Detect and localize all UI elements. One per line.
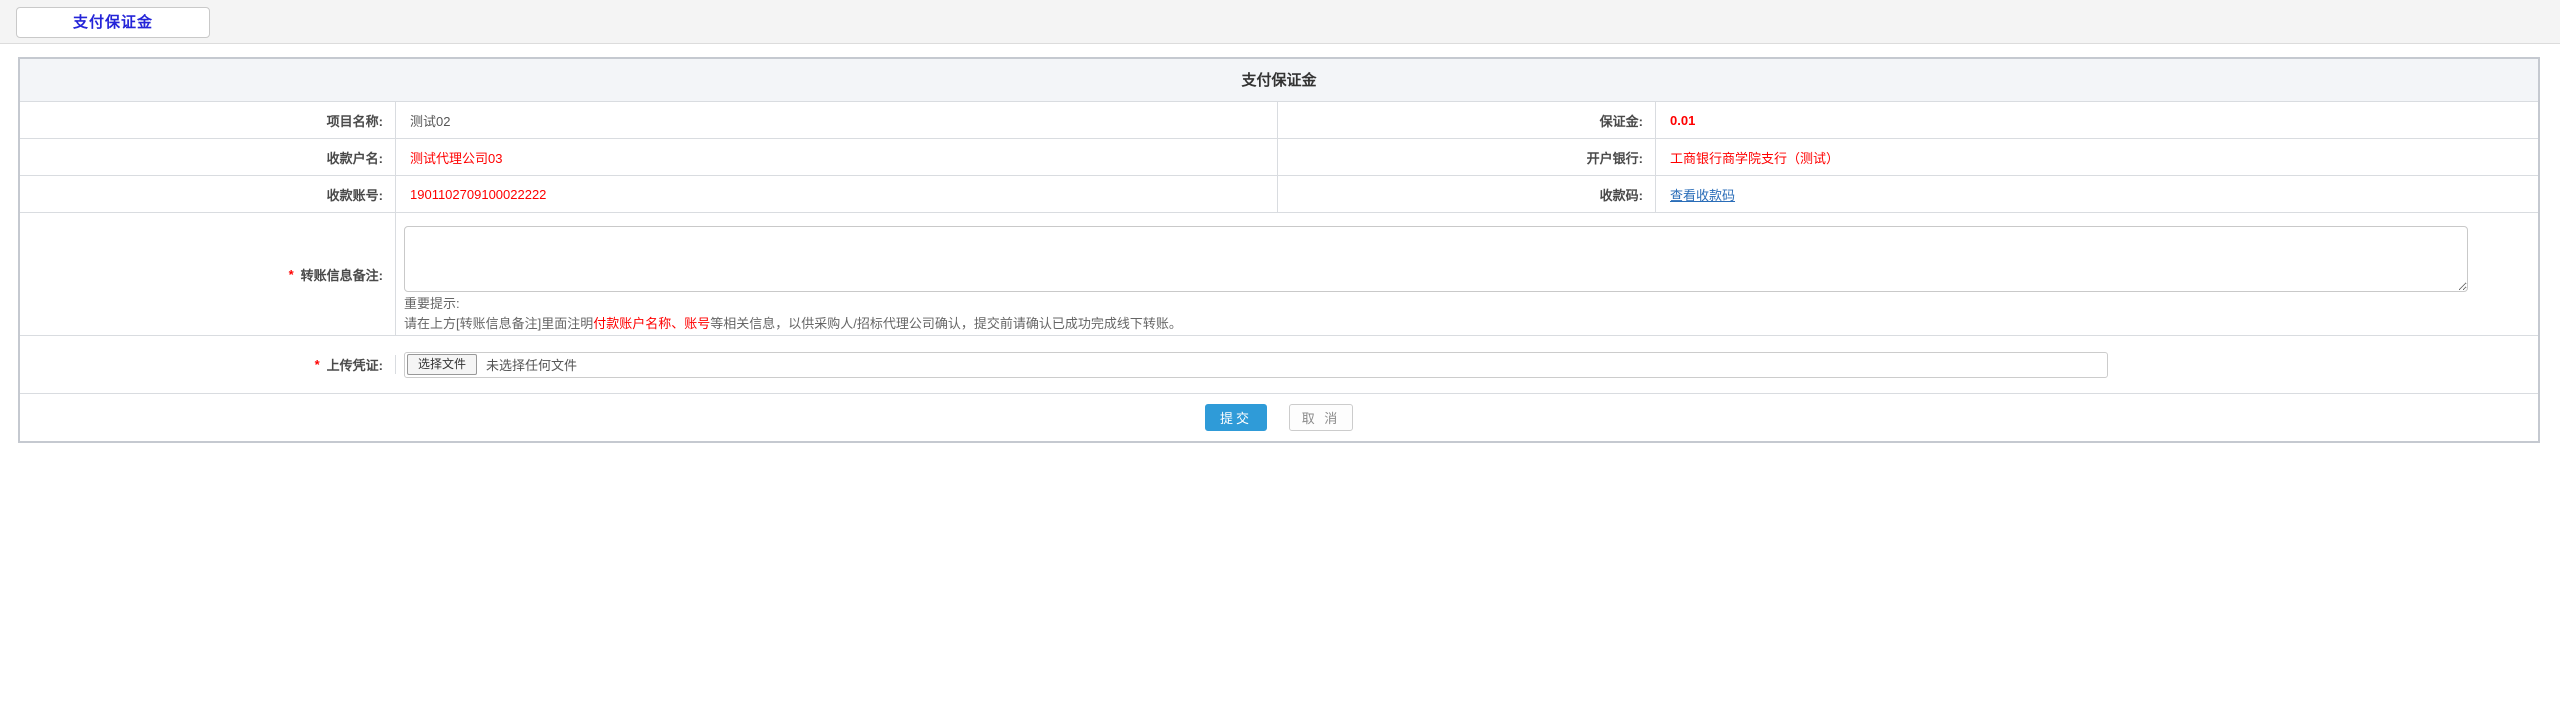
hint-title: 重要提示: (404, 295, 2538, 312)
transfer-remark-label-cell: * 转账信息备注: (20, 213, 396, 335)
bank-label: 开户银行: (1278, 139, 1656, 175)
upload-voucher-row: * 上传凭证: 选择文件 未选择任何文件 (20, 336, 2538, 394)
topbar: 支付保证金 (0, 0, 2560, 44)
table-row-payee: 收款户名: 测试代理公司03 开户银行: 工商银行商学院支行（测试） (20, 139, 2538, 176)
submit-button[interactable]: 提交 (1205, 404, 1267, 431)
project-name-value: 测试02 (396, 102, 1278, 138)
deposit-panel: 支付保证金 项目名称: 测试02 保证金: 0.01 收款户名: 测试代理公司0… (18, 57, 2540, 443)
pay-deposit-tab-button[interactable]: 支付保证金 (16, 7, 210, 38)
bank-value: 工商银行商学院支行（测试） (1656, 139, 2538, 175)
hint-text-post: 等相关信息，以供采购人/招标代理公司确认，提交前请确认已成功完成线下转账。 (710, 316, 1182, 331)
panel-title: 支付保证金 (20, 59, 2538, 102)
payee-account-number-label: 收款账号: (20, 176, 396, 212)
actions-row: 提交 取 消 (20, 394, 2538, 441)
table-row-account: 收款账号: 1901102709100022222 收款码: 查看收款码 (20, 176, 2538, 213)
deposit-amount-value: 0.01 (1656, 102, 2538, 138)
payee-account-number-value: 1901102709100022222 (396, 176, 1278, 212)
required-asterisk: * (289, 267, 294, 282)
upload-voucher-content: 选择文件 未选择任何文件 (396, 352, 2538, 378)
upload-voucher-label: 上传凭证: (327, 355, 383, 374)
upload-voucher-label-cell: * 上传凭证: (20, 355, 396, 374)
project-name-label: 项目名称: (20, 102, 396, 138)
payment-qr-label: 收款码: (1278, 176, 1656, 212)
file-input[interactable]: 选择文件 未选择任何文件 (404, 352, 2108, 378)
transfer-remark-label: 转账信息备注: (301, 265, 383, 284)
table-row-project: 项目名称: 测试02 保证金: 0.01 (20, 102, 2538, 139)
required-asterisk: * (315, 357, 320, 372)
no-file-selected-text: 未选择任何文件 (486, 355, 577, 374)
choose-file-button[interactable]: 选择文件 (407, 354, 477, 375)
payee-account-name-label: 收款户名: (20, 139, 396, 175)
cancel-button[interactable]: 取 消 (1289, 404, 1353, 431)
hint-text-pre: 请在上方[转账信息备注]里面注明 (404, 316, 593, 331)
payee-account-name-value: 测试代理公司03 (396, 139, 1278, 175)
hint-text-red: 付款账户名称、账号 (593, 316, 710, 331)
transfer-remark-row: * 转账信息备注: 重要提示: 请在上方[转账信息备注]里面注明付款账户名称、账… (20, 213, 2538, 336)
view-payment-qr-link[interactable]: 查看收款码 (1670, 185, 1735, 204)
transfer-remark-textarea[interactable] (404, 226, 2468, 292)
deposit-amount-label: 保证金: (1278, 102, 1656, 138)
hint-line: 请在上方[转账信息备注]里面注明付款账户名称、账号等相关信息，以供采购人/招标代… (404, 315, 2538, 332)
transfer-remark-content: 重要提示: 请在上方[转账信息备注]里面注明付款账户名称、账号等相关信息，以供采… (396, 213, 2538, 335)
